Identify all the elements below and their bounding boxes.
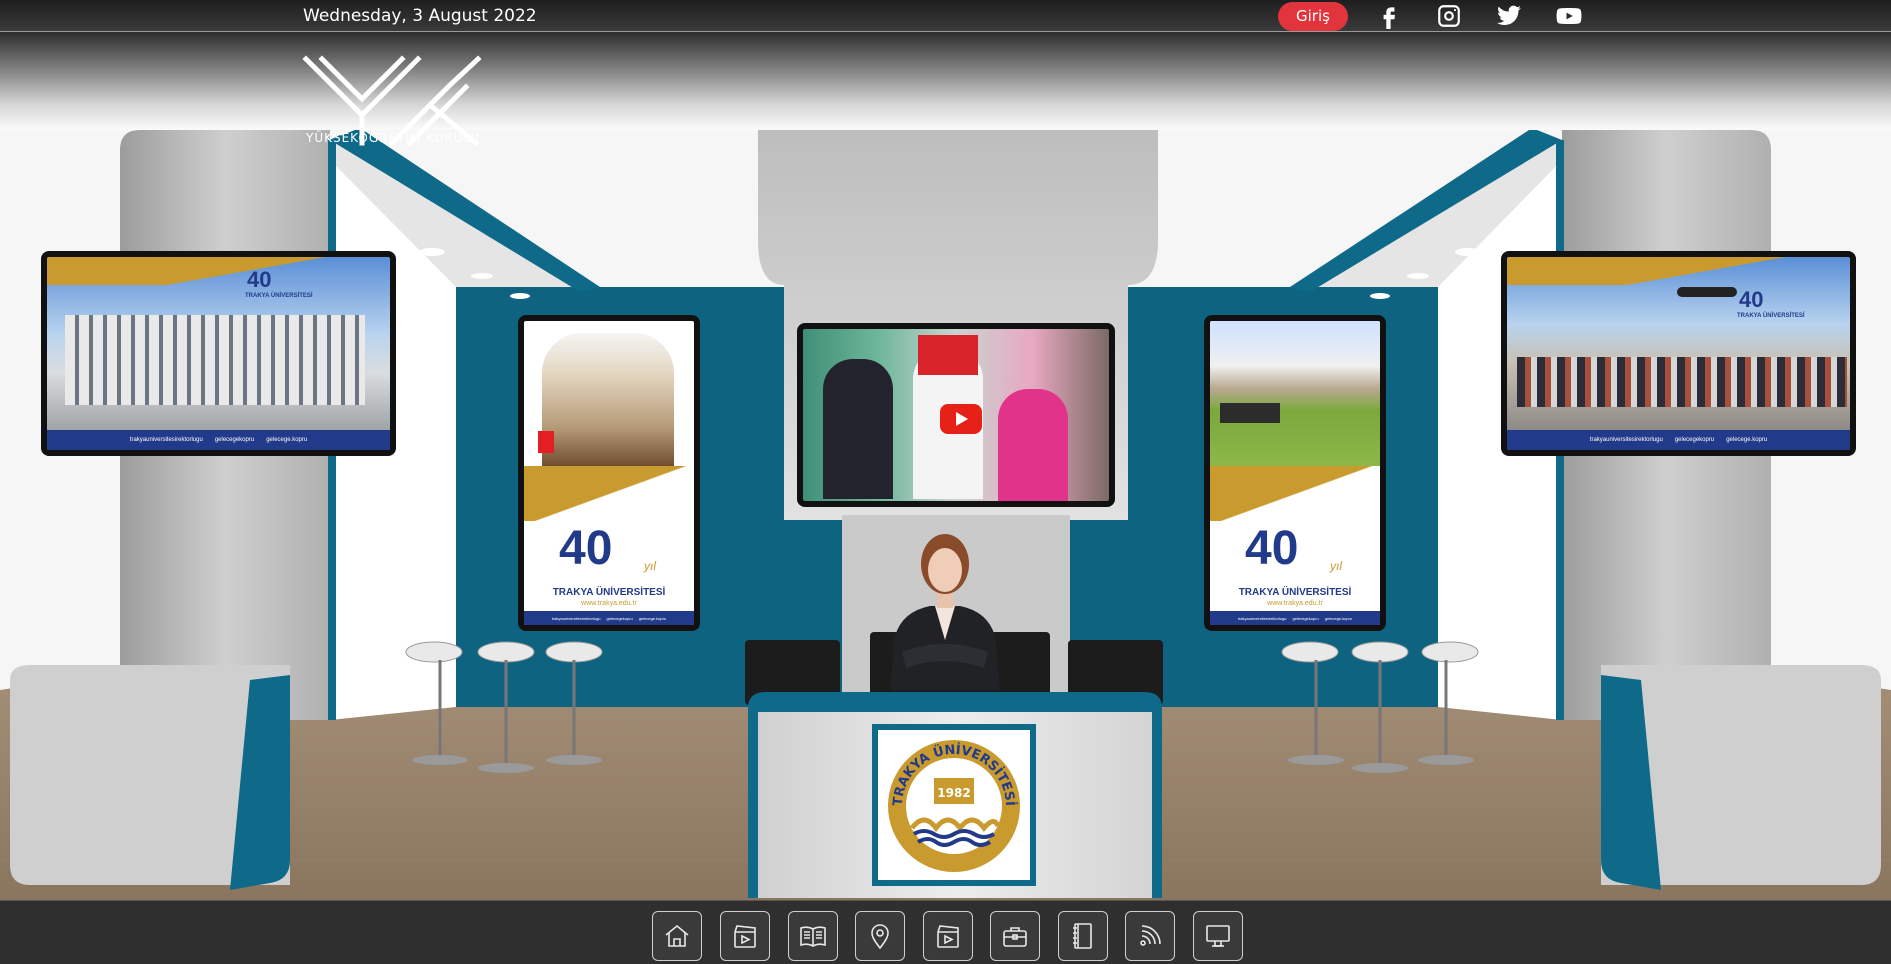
youtube-play-button[interactable] xyxy=(940,404,982,434)
banner-university: TRAKYA ÜNİVERSİTESİ xyxy=(552,587,666,598)
banner-badge: 40 xyxy=(559,522,613,575)
panel-top-gold-band xyxy=(47,257,390,285)
banner-university: TRAKYA ÜNİVERSİTESİ xyxy=(1238,587,1352,598)
left-wide-screen[interactable]: 40 TRAKYA ÜNİVERSİTESİ trakyauniversites… xyxy=(41,251,396,456)
video-person-left xyxy=(823,359,893,499)
top-bar: Wednesday, 3 August 2022 Giriş xyxy=(0,0,1891,32)
banner-website: www.trakya.edu.tr xyxy=(1267,600,1323,607)
broadcast-icon xyxy=(1140,925,1161,946)
emblem-year: 1982 xyxy=(937,786,970,800)
bottom-nav-bar xyxy=(0,900,1891,964)
panel-building xyxy=(65,315,365,405)
center-video-screen[interactable] xyxy=(797,323,1115,507)
panel-drone xyxy=(1677,287,1737,297)
banner-gold-band xyxy=(1210,466,1380,521)
banner-website: www.trakya.edu.tr xyxy=(581,600,637,607)
banner-gold-band xyxy=(524,466,694,521)
panel-university: TRAKYA ÜNİVERSİTESİ xyxy=(1737,313,1805,319)
video-icon xyxy=(937,925,959,948)
panel-top-gold-band xyxy=(1507,257,1850,285)
nav-home-button[interactable] xyxy=(652,911,702,961)
left-banner-screen[interactable]: 40 yıl TRAKYA ÜNİVERSİTESİ www.trakya.ed… xyxy=(518,315,700,631)
current-date: Wednesday, 3 August 2022 xyxy=(303,6,537,26)
home-icon xyxy=(665,924,689,947)
panel-footer: trakyauniversitesirektorlugu gelecegekop… xyxy=(1507,430,1850,450)
footer-twitter: gelecegekopru xyxy=(606,615,633,621)
play-icon xyxy=(956,412,968,426)
footer-instagram: gelecege.kopru xyxy=(638,615,667,621)
video-icon xyxy=(734,925,756,948)
nav-location-button[interactable] xyxy=(855,911,905,961)
footer-facebook: trakyauniversitesirektorlugu xyxy=(1237,615,1287,621)
instagram-icon xyxy=(1438,5,1460,27)
panel-footer: trakyauniversitesirektorlugu gelecegekop… xyxy=(47,430,390,450)
banner-landscape xyxy=(1210,321,1380,471)
panel-university: TRAKYA ÜNİVERSİTESİ xyxy=(245,293,313,299)
instagram-link[interactable] xyxy=(1436,3,1462,29)
banner-train xyxy=(1220,403,1280,423)
facebook-icon xyxy=(1383,7,1395,29)
briefcase-icon xyxy=(1003,927,1027,947)
banner-building xyxy=(542,333,674,468)
video-person-right xyxy=(998,389,1068,501)
footer-instagram: gelecege.kopru xyxy=(266,437,308,443)
notebook-icon xyxy=(1073,923,1092,949)
banner-footer: trakyauniversitesirektorlugu gelecegekop… xyxy=(524,611,694,625)
footer-facebook: trakyauniversitesirektorlugu xyxy=(1589,437,1663,443)
youtube-icon xyxy=(1556,7,1582,25)
banner-badge: 40 xyxy=(1245,522,1299,575)
login-button[interactable]: Giriş xyxy=(1278,2,1348,31)
youtube-link[interactable] xyxy=(1556,3,1582,29)
banner-footer: trakyauniversitesirektorlugu gelecegekop… xyxy=(1210,611,1380,625)
nav-video-button-2[interactable] xyxy=(923,911,973,961)
banner-badge-suffix: yıl xyxy=(644,559,656,573)
footer-facebook: trakyauniversitesirektorlugu xyxy=(129,437,203,443)
banner-flag xyxy=(538,431,554,453)
nav-book-button[interactable] xyxy=(788,911,838,961)
panel-crowd xyxy=(1517,357,1847,407)
right-banner-screen[interactable]: 40 yıl TRAKYA ÜNİVERSİTESİ www.trakya.ed… xyxy=(1204,315,1386,631)
panel-badge: 40 xyxy=(1739,287,1764,312)
facebook-link[interactable] xyxy=(1376,3,1402,29)
book-icon xyxy=(800,926,826,947)
footer-instagram: gelecege.kopru xyxy=(1324,615,1353,621)
twitter-icon xyxy=(1497,5,1521,25)
logo-text: YÜKSEKÖĞRETİM KURULU xyxy=(306,131,481,145)
nav-briefcase-button[interactable] xyxy=(990,911,1040,961)
nav-video-button[interactable] xyxy=(720,911,770,961)
university-emblem: TRAKYA ÜNİVERSİTESİ 1982 xyxy=(888,740,1020,872)
banner-badge-suffix: yıl xyxy=(1330,559,1342,573)
footer-twitter: gelecegekopru xyxy=(214,437,255,443)
nav-notebook-button[interactable] xyxy=(1058,911,1108,961)
right-wide-screen[interactable]: 40 TRAKYA ÜNİVERSİTESİ trakyauniversites… xyxy=(1501,251,1856,456)
nav-monitor-button[interactable] xyxy=(1193,911,1243,961)
booth-hostess[interactable] xyxy=(880,520,1010,690)
footer-twitter: gelecegekopru xyxy=(1292,615,1319,621)
twitter-link[interactable] xyxy=(1496,3,1522,29)
video-flag xyxy=(918,335,978,375)
footer-twitter: gelecegekopru xyxy=(1674,437,1715,443)
footer-instagram: gelecege.kopru xyxy=(1726,437,1768,443)
footer-facebook: trakyauniversitesirektorlugu xyxy=(551,615,601,621)
monitor-icon xyxy=(1206,925,1230,947)
header-band xyxy=(0,32,1891,130)
location-icon xyxy=(871,924,889,950)
panel-badge: 40 xyxy=(247,267,272,292)
nav-broadcast-button[interactable] xyxy=(1125,911,1175,961)
